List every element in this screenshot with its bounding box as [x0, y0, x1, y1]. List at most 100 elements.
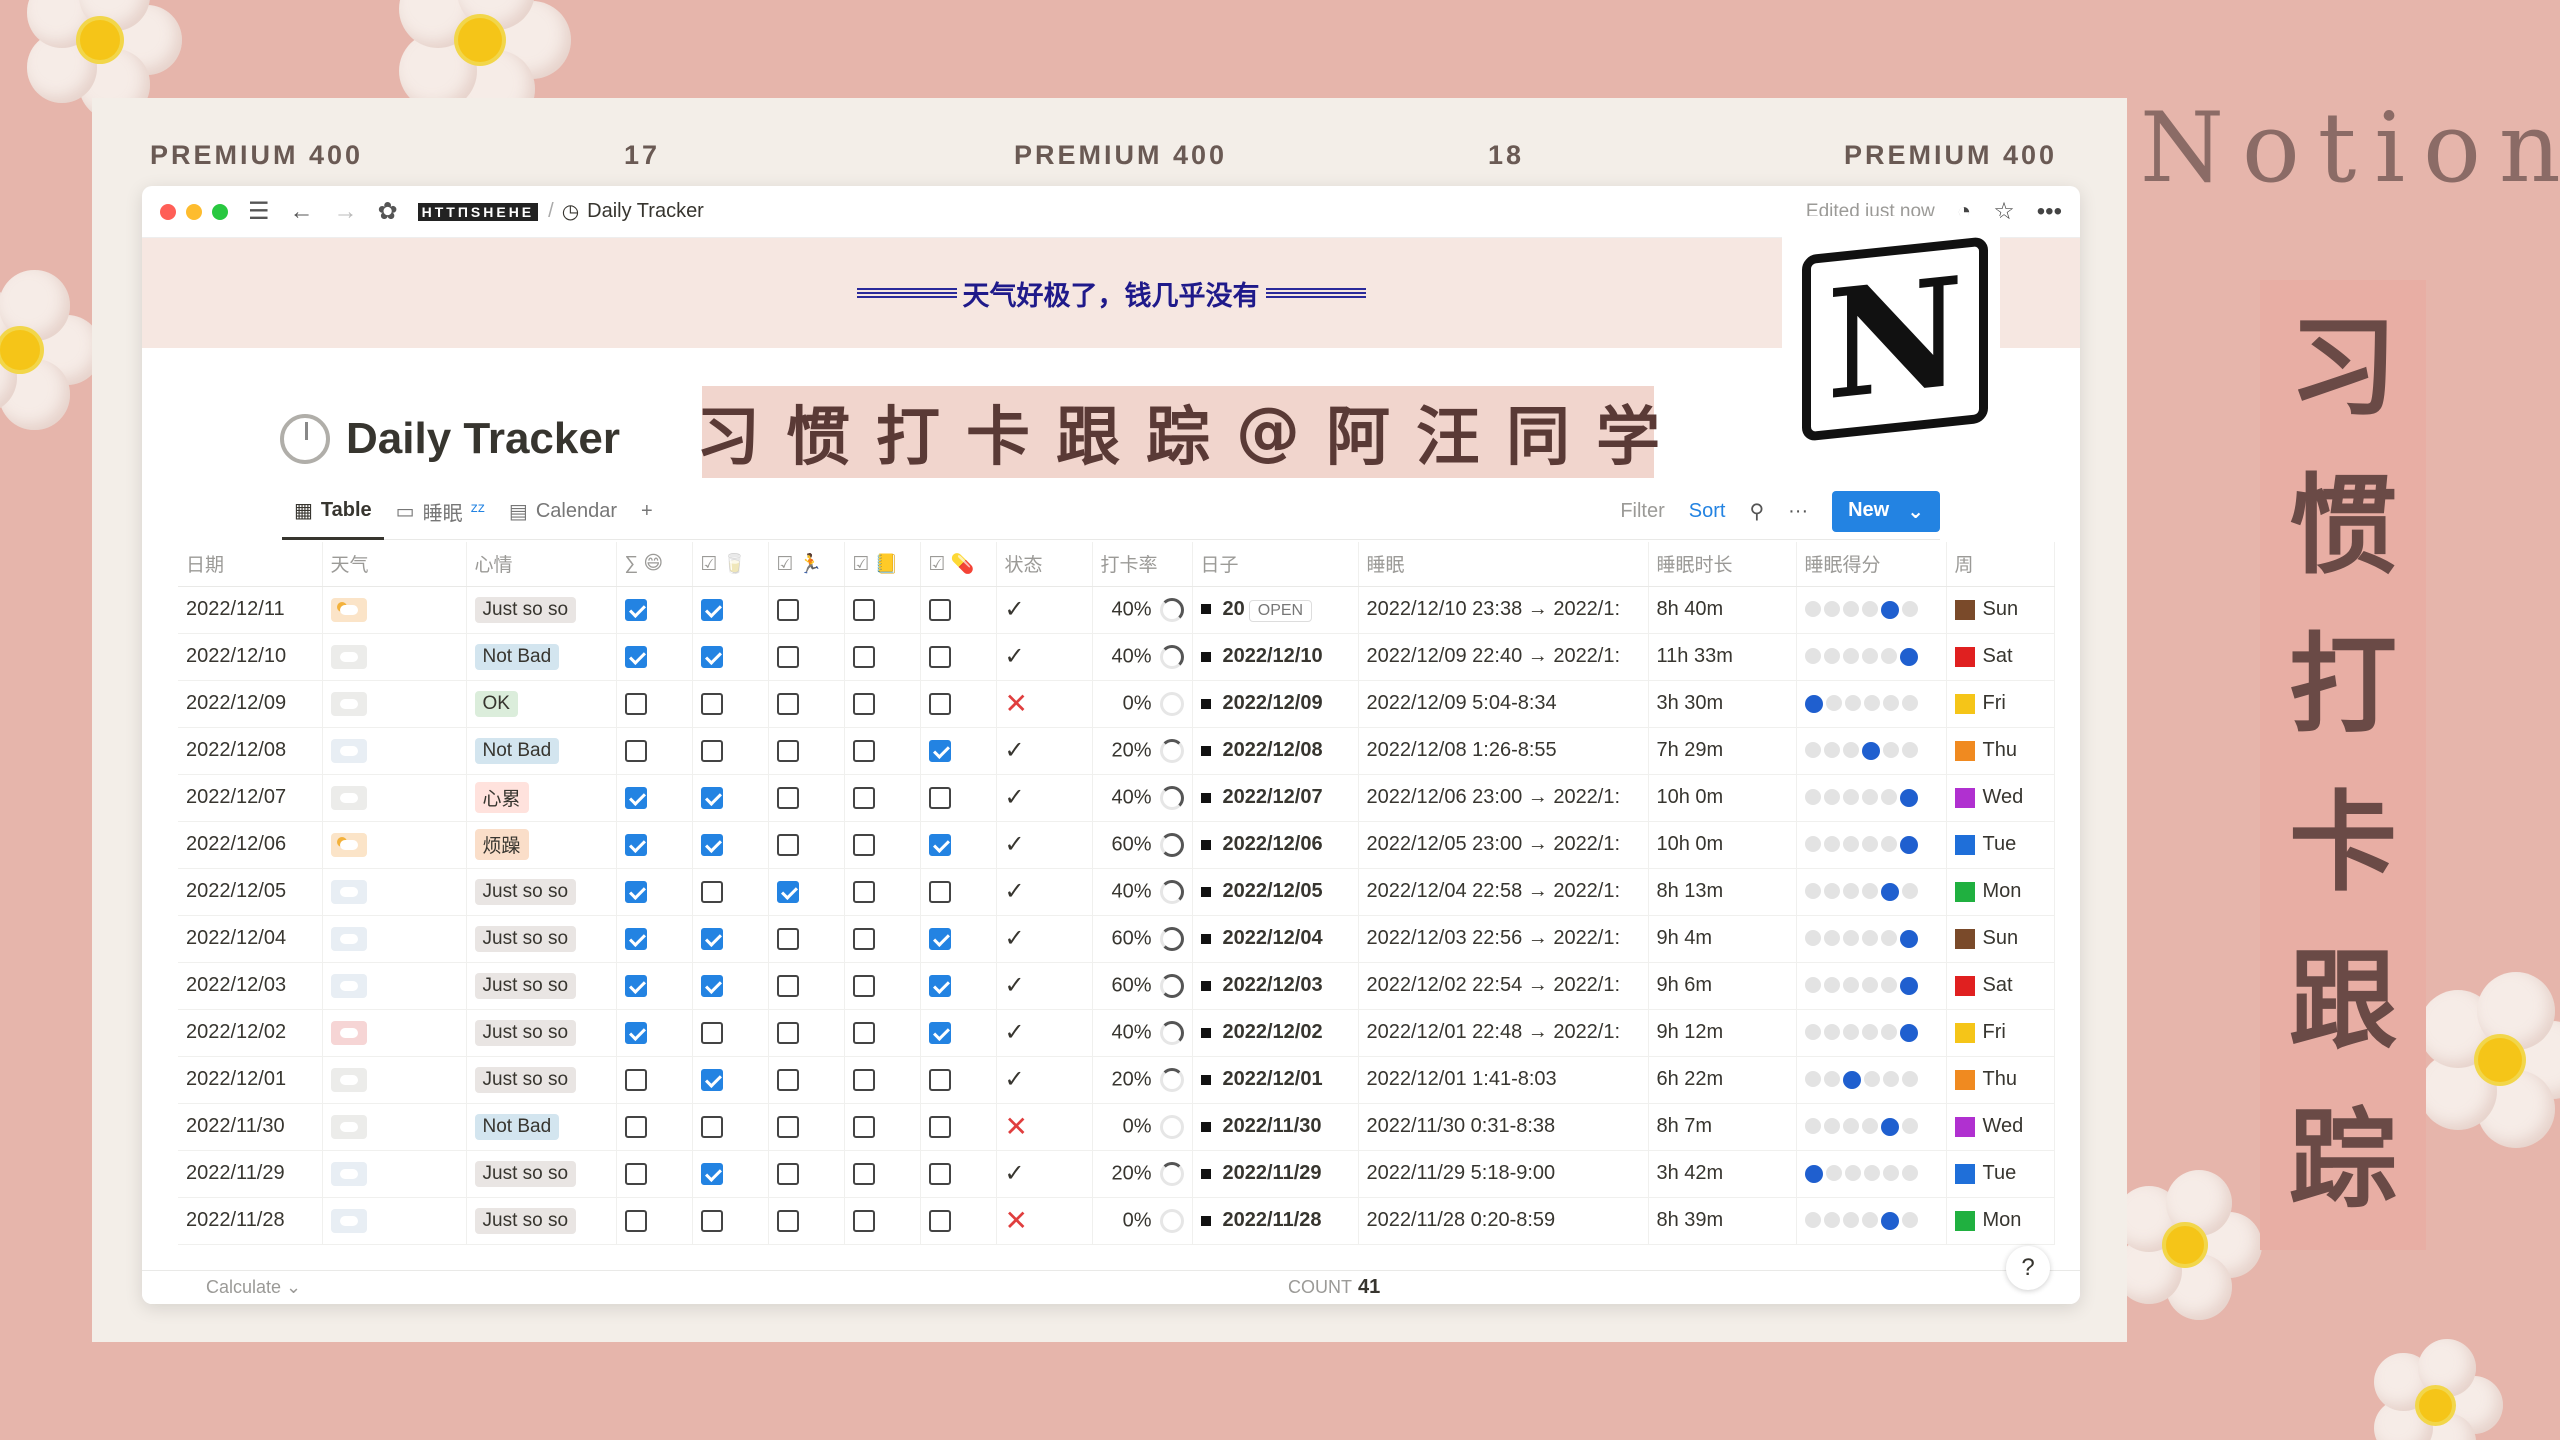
mood-cell[interactable]: Just so so — [466, 1056, 617, 1104]
habit-checkbox[interactable] — [928, 692, 951, 715]
habit-checkbox[interactable] — [700, 598, 723, 621]
tab-sleep[interactable]: ▭ 睡眠 ᶻᶻ — [384, 484, 497, 540]
weather-cell[interactable] — [322, 1009, 467, 1057]
habit-cell[interactable] — [768, 915, 845, 963]
column-header[interactable]: 打卡率 — [1092, 542, 1193, 587]
habit-cell[interactable] — [768, 1056, 845, 1104]
habit-checkbox[interactable] — [776, 1209, 799, 1232]
date-cell[interactable]: 2022/11/30 — [178, 1103, 323, 1151]
habit-cell[interactable] — [844, 868, 921, 916]
habit-checkbox[interactable] — [700, 1021, 723, 1044]
habit-checkbox[interactable] — [928, 645, 951, 668]
habit-cell[interactable] — [768, 1197, 845, 1245]
mood-cell[interactable]: Just so so — [466, 1150, 617, 1198]
mood-cell[interactable]: 心累 — [466, 774, 617, 822]
table-row[interactable]: 2022/12/10 Not Bad ✓ 40% 2022/12/10 2022/12/0… — [178, 633, 2055, 681]
habit-cell[interactable] — [692, 680, 769, 728]
habit-cell[interactable] — [768, 633, 845, 681]
habit-cell[interactable] — [768, 1150, 845, 1198]
table-row[interactable]: 2022/12/02 Just so so ✓ 40% 2022/12/02 2022/1… — [178, 1009, 2055, 1057]
habit-cell[interactable] — [692, 1197, 769, 1245]
table-row[interactable]: 2022/12/09 OK ✕ 0% 2022/12/09 2022/12/09 5:04… — [178, 680, 2055, 728]
habit-checkbox[interactable] — [700, 1068, 723, 1091]
day-title[interactable]: 2022/12/05 — [1223, 880, 1323, 902]
habit-checkbox[interactable] — [700, 1209, 723, 1232]
day-title[interactable]: 20 — [1223, 598, 1245, 620]
date-cell[interactable]: 2022/12/01 — [178, 1056, 323, 1104]
habit-cell[interactable] — [768, 727, 845, 775]
date-cell[interactable]: 2022/11/28 — [178, 1197, 323, 1245]
table-row[interactable]: 2022/12/03 Just so so ✓ 60% 2022/12/03 2022/1… — [178, 962, 2055, 1010]
day-title[interactable]: 2022/12/02 — [1223, 1021, 1323, 1043]
table-row[interactable]: 2022/12/08 Not Bad ✓ 20% 2022/12/08 2022/12/0… — [178, 727, 2055, 775]
column-header[interactable]: 周 — [1946, 542, 2055, 587]
habit-checkbox[interactable] — [852, 1209, 875, 1232]
date-cell[interactable]: 2022/12/11 — [178, 586, 323, 634]
table-row[interactable]: 2022/11/29 Just so so ✓ 20% 2022/11/29 2022/1… — [178, 1150, 2055, 1198]
habit-checkbox[interactable] — [928, 927, 951, 950]
habit-cell[interactable] — [692, 962, 769, 1010]
habit-checkbox[interactable] — [928, 598, 951, 621]
habit-checkbox[interactable] — [928, 1209, 951, 1232]
habit-cell[interactable] — [920, 1056, 997, 1104]
column-header[interactable]: 天气 — [322, 542, 467, 587]
view-more-button[interactable]: ··· — [1788, 500, 1808, 523]
habit-checkbox[interactable] — [852, 1068, 875, 1091]
day-cell[interactable]: 2022/12/03 — [1192, 962, 1359, 1010]
weather-cell[interactable] — [322, 680, 467, 728]
calculate-button[interactable]: Calculate ⌄ — [206, 1277, 301, 1298]
habit-checkbox[interactable] — [624, 786, 647, 809]
habit-checkbox[interactable] — [700, 833, 723, 856]
sleep-cell[interactable]: 2022/12/04 22:58 → 2022/1: — [1358, 868, 1649, 916]
habit-checkbox[interactable] — [852, 645, 875, 668]
day-cell[interactable]: 20 OPEN — [1192, 586, 1359, 634]
habit-cell[interactable] — [844, 1103, 921, 1151]
column-header[interactable]: 日子 — [1192, 542, 1359, 587]
tab-calendar[interactable]: ▤ Calendar — [497, 484, 629, 540]
workspace-icon[interactable]: ✿ — [378, 197, 398, 226]
habit-checkbox[interactable] — [776, 739, 799, 762]
day-title[interactable]: 2022/11/29 — [1223, 1162, 1322, 1184]
habit-checkbox[interactable] — [624, 833, 647, 856]
date-cell[interactable]: 2022/12/10 — [178, 633, 323, 681]
habit-cell[interactable] — [768, 821, 845, 869]
sleep-cell[interactable]: 2022/12/01 22:48 → 2022/1: — [1358, 1009, 1649, 1057]
day-title[interactable]: 2022/12/07 — [1223, 786, 1323, 808]
habit-cell[interactable] — [616, 1103, 693, 1151]
column-header[interactable]: 睡眠 — [1358, 542, 1649, 587]
habit-checkbox[interactable] — [624, 1021, 647, 1044]
weather-cell[interactable] — [322, 1056, 467, 1104]
day-title[interactable]: 2022/12/09 — [1223, 692, 1323, 714]
habit-checkbox[interactable] — [852, 692, 875, 715]
habit-checkbox[interactable] — [928, 1021, 951, 1044]
habit-checkbox[interactable] — [624, 739, 647, 762]
date-cell[interactable]: 2022/12/07 — [178, 774, 323, 822]
habit-checkbox[interactable] — [700, 739, 723, 762]
add-view-button[interactable]: + — [629, 484, 665, 540]
habit-checkbox[interactable] — [700, 1115, 723, 1138]
habit-cell[interactable] — [844, 680, 921, 728]
date-cell[interactable]: 2022/12/09 — [178, 680, 323, 728]
habit-checkbox[interactable] — [852, 927, 875, 950]
habit-cell[interactable] — [616, 680, 693, 728]
habit-cell[interactable] — [692, 868, 769, 916]
habit-checkbox[interactable] — [928, 974, 951, 997]
sleep-cell[interactable]: 2022/11/30 0:31-8:38 — [1358, 1103, 1649, 1151]
habit-cell[interactable] — [768, 774, 845, 822]
day-cell[interactable]: 2022/12/02 — [1192, 1009, 1359, 1057]
open-page-button[interactable]: OPEN — [1248, 599, 1313, 622]
column-header[interactable]: 日期 — [178, 542, 323, 587]
habit-cell[interactable] — [616, 915, 693, 963]
back-arrow-icon[interactable]: ← — [290, 198, 314, 226]
habit-checkbox[interactable] — [700, 786, 723, 809]
sort-button[interactable]: Sort — [1689, 500, 1726, 523]
habit-cell[interactable] — [920, 1197, 997, 1245]
habit-checkbox[interactable] — [928, 786, 951, 809]
sleep-cell[interactable]: 2022/12/09 22:40 → 2022/1: — [1358, 633, 1649, 681]
new-button[interactable]: New ⌄ — [1832, 491, 1940, 532]
habit-checkbox[interactable] — [928, 1068, 951, 1091]
table-row[interactable]: 2022/12/07 心累 ✓ 40% 2022/12/07 2022/12/06 23:… — [178, 774, 2055, 822]
day-title[interactable]: 2022/12/04 — [1223, 927, 1323, 949]
date-cell[interactable]: 2022/11/29 — [178, 1150, 323, 1198]
habit-checkbox[interactable] — [624, 1115, 647, 1138]
